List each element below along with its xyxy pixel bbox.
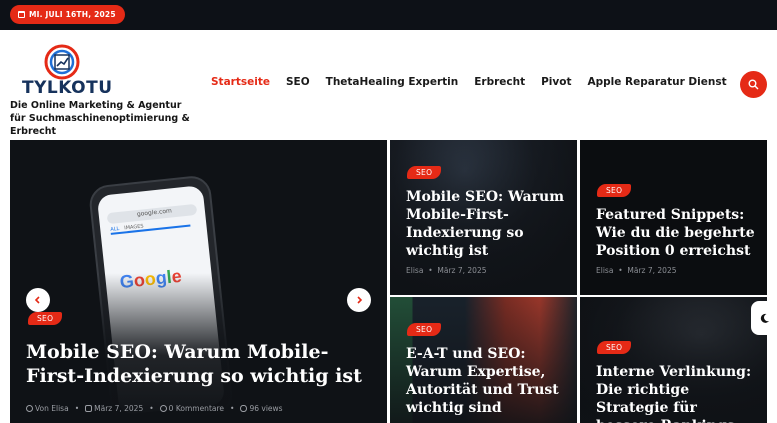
moon-icon	[760, 313, 769, 323]
category-badge[interactable]: SEO	[597, 341, 632, 354]
post-author[interactable]: Elisa	[596, 266, 613, 275]
post-date: März 7, 2025	[437, 266, 487, 275]
post-card[interactable]: SEO Mobile SEO: Warum Mobile-First-Index…	[390, 140, 577, 295]
calendar-icon	[85, 405, 93, 412]
category-badge[interactable]: SEO	[597, 184, 632, 197]
phone-url-bar: google.com	[106, 203, 198, 225]
chevron-left-icon	[34, 296, 40, 304]
site-header: TYLKOTU Die Online Marketing & Agentur f…	[0, 30, 777, 140]
post-meta: Elisa • März 7, 2025	[406, 266, 487, 275]
post-date: März 7, 2025	[627, 266, 677, 275]
featured-meta: Von Elisa • März 7, 2025 • 0 Kommentare …	[26, 404, 283, 413]
logo-chart-icon	[44, 44, 80, 80]
main-navigation: Startseite SEO ThetaHealing Expertin Erb…	[203, 76, 735, 88]
post-meta: Elisa • März 7, 2025	[596, 266, 677, 275]
site-tagline: Die Online Marketing & Agentur für Suchm…	[10, 100, 190, 137]
featured-comments[interactable]: 0 Kommentare	[169, 404, 224, 413]
featured-author[interactable]: Von Elisa	[35, 404, 69, 413]
post-title[interactable]: E-A-T und SEO: Warum Expertise, Autoritä…	[406, 345, 566, 417]
site-logo[interactable]: TYLKOTU	[22, 44, 113, 98]
slider-prev-button[interactable]	[26, 288, 50, 312]
eye-icon	[240, 405, 248, 412]
category-badge[interactable]: SEO	[407, 323, 442, 336]
nav-item-startseite[interactable]: Startseite	[203, 76, 278, 88]
slider-next-button[interactable]	[347, 288, 371, 312]
theme-toggle-button[interactable]	[751, 301, 777, 335]
post-title[interactable]: Featured Snippets: Wie du die begehrte P…	[596, 206, 761, 260]
logo-wordmark: TYLKOTU	[22, 78, 113, 98]
featured-slider[interactable]: google.com ALL IMAGES Google SEO Mobile …	[10, 140, 387, 423]
chevron-right-icon	[357, 296, 363, 304]
post-author[interactable]: Elisa	[406, 266, 423, 275]
post-card[interactable]: SEO Featured Snippets: Wie du die begehr…	[580, 140, 767, 295]
post-card[interactable]: SEO Interne Verlinkung: Die richtige Str…	[580, 297, 767, 423]
category-badge[interactable]: SEO	[28, 312, 63, 325]
nav-item-pivot[interactable]: Pivot	[533, 76, 579, 88]
top-bar: MI. JULI 16TH, 2025	[0, 0, 777, 30]
nav-item-seo[interactable]: SEO	[278, 76, 318, 88]
post-title[interactable]: Interne Verlinkung: Die richtige Strateg…	[596, 363, 756, 423]
post-title[interactable]: Mobile SEO: Warum Mobile-First-Indexieru…	[406, 188, 566, 260]
date-text: MI. JULI 16TH, 2025	[29, 10, 116, 19]
nav-item-thetahealing[interactable]: ThetaHealing Expertin	[318, 76, 467, 88]
nav-item-erbrecht[interactable]: Erbrecht	[466, 76, 533, 88]
featured-title[interactable]: Mobile SEO: Warum Mobile-First-Indexieru…	[26, 340, 371, 388]
featured-views: 96 views	[249, 404, 283, 413]
nav-item-apple-reparatur[interactable]: Apple Reparatur Dienst	[579, 76, 734, 88]
category-badge[interactable]: SEO	[407, 166, 442, 179]
search-icon	[748, 79, 759, 90]
search-button[interactable]	[740, 71, 767, 98]
comment-icon	[159, 405, 167, 412]
date-badge: MI. JULI 16TH, 2025	[10, 5, 125, 24]
post-card[interactable]: SEO E-A-T und SEO: Warum Expertise, Auto…	[390, 297, 577, 423]
user-icon	[26, 405, 33, 412]
calendar-icon	[18, 11, 25, 18]
featured-date: März 7, 2025	[94, 404, 144, 413]
